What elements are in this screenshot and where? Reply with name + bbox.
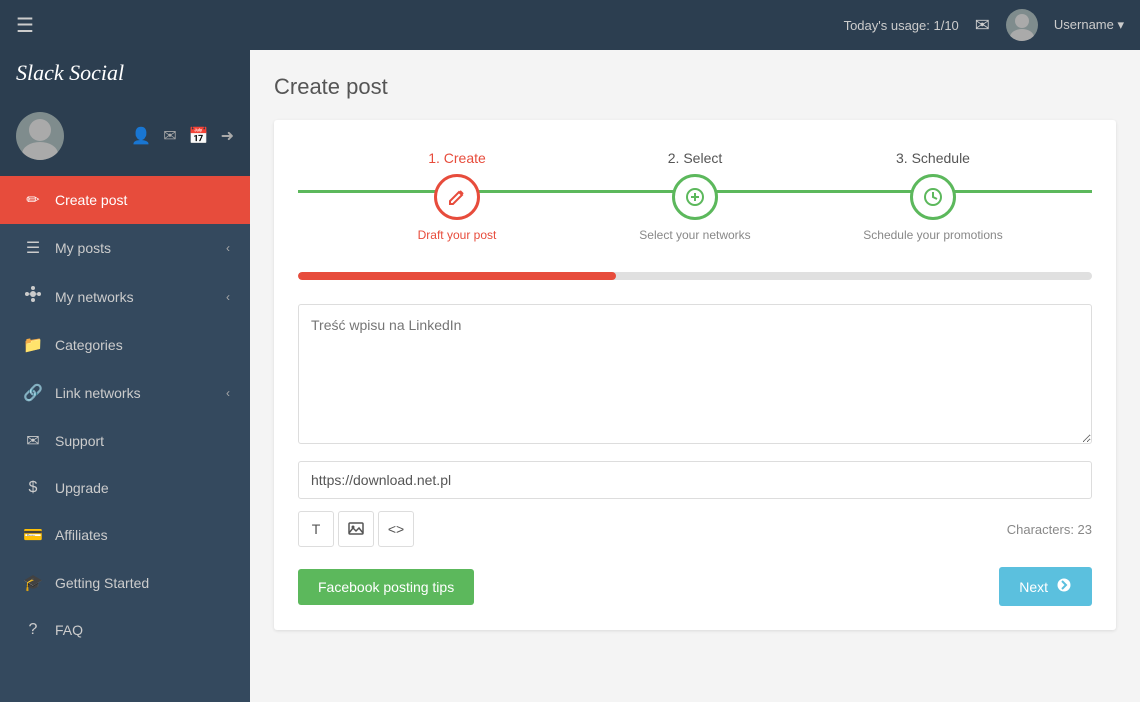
step-schedule-sublabel: Schedule your promotions	[863, 228, 1002, 242]
next-button[interactable]: Next	[999, 567, 1092, 606]
sidebar-item-label: Link networks	[55, 385, 141, 401]
progress-bar-fill	[298, 272, 616, 280]
page-title: Create post	[274, 74, 1116, 100]
url-input[interactable]	[298, 461, 1092, 499]
chevron-icon: ‹	[226, 386, 230, 400]
post-toolbar: T <> Char	[298, 511, 1092, 547]
sidebar-item-label: Getting Started	[55, 575, 149, 591]
profile-mail-icon[interactable]: ✉	[163, 126, 176, 146]
step-create: 1. Create Draft your post	[338, 150, 576, 242]
usage-text: Today's usage: 1/10	[844, 18, 959, 33]
logo-text: Slack Social	[16, 60, 124, 86]
sidebar-item-label: Support	[55, 433, 104, 449]
sidebar-item-label: Create post	[55, 192, 127, 208]
sidebar-nav: ✏ Create post ☰ My posts ‹ My networks ‹…	[0, 176, 250, 702]
text-format-icon: T	[312, 521, 321, 537]
main-content: Create post 1. Create Draft your post	[250, 50, 1140, 702]
photo-icon	[348, 520, 364, 539]
main-layout: Slack Social 👤 ✉ 📅 ➜ ✏ Create post ☰ My …	[0, 50, 1140, 702]
step-create-sublabel: Draft your post	[418, 228, 497, 242]
user-menu[interactable]: Username ▾	[1054, 17, 1124, 33]
my-networks-icon	[23, 286, 43, 307]
categories-icon: 📁	[23, 335, 43, 355]
step-schedule: 3. Schedule Schedule your promotions	[814, 150, 1052, 242]
step-select-circle	[672, 174, 718, 220]
profile-exit-icon[interactable]: ➜	[221, 126, 234, 146]
toolbar-buttons: T <>	[298, 511, 414, 547]
step-select: 2. Select Select your networks	[576, 150, 814, 242]
code-icon: <>	[388, 521, 404, 537]
avatar	[16, 112, 64, 160]
sidebar-item-label: My networks	[55, 289, 134, 305]
sidebar-item-affiliates[interactable]: 💳 Affiliates	[0, 511, 250, 559]
chevron-icon: ‹	[226, 290, 230, 304]
toolbar-photo-button[interactable]	[338, 511, 374, 547]
sidebar-item-categories[interactable]: 📁 Categories	[0, 321, 250, 369]
sidebar-item-faq[interactable]: ? FAQ	[0, 607, 250, 653]
mail-icon[interactable]: ✉	[975, 15, 990, 36]
sidebar-item-label: Upgrade	[55, 480, 109, 496]
stepper: 1. Create Draft your post 2. Select	[298, 150, 1092, 242]
sidebar-item-support[interactable]: ✉ Support	[0, 417, 250, 465]
facebook-tips-button[interactable]: Facebook posting tips	[298, 569, 474, 605]
sidebar-item-my-networks[interactable]: My networks ‹	[0, 272, 250, 321]
post-textarea[interactable]	[298, 304, 1092, 444]
step-schedule-circle	[910, 174, 956, 220]
support-icon: ✉	[23, 431, 43, 451]
create-post-card: 1. Create Draft your post 2. Select	[274, 120, 1116, 630]
chevron-icon: ‹	[226, 241, 230, 255]
sidebar-item-label: FAQ	[55, 622, 83, 638]
topbar-right: Today's usage: 1/10 ✉ Username ▾	[844, 9, 1124, 41]
topbar: ☰ Today's usage: 1/10 ✉ Username ▾	[0, 0, 1140, 50]
toolbar-text-button[interactable]: T	[298, 511, 334, 547]
logo-area: Slack Social	[0, 50, 250, 96]
step-schedule-label: 3. Schedule	[896, 150, 970, 166]
create-post-icon: ✏	[23, 190, 43, 210]
progress-bar	[298, 272, 1092, 280]
sidebar-item-my-posts[interactable]: ☰ My posts ‹	[0, 224, 250, 272]
char-count: Characters: 23	[1007, 522, 1092, 537]
upgrade-icon: $	[23, 479, 43, 497]
sidebar-profile: 👤 ✉ 📅 ➜	[0, 96, 250, 176]
affiliates-icon: 💳	[23, 525, 43, 545]
bottom-row: Facebook posting tips Next	[298, 567, 1092, 606]
link-networks-icon: 🔗	[23, 383, 43, 403]
next-arrow-icon	[1056, 577, 1072, 596]
my-posts-icon: ☰	[23, 238, 43, 258]
profile-icons: 👤 ✉ 📅 ➜	[131, 126, 234, 146]
topbar-left: ☰	[16, 13, 34, 38]
menu-icon[interactable]: ☰	[16, 13, 34, 38]
sidebar: Slack Social 👤 ✉ 📅 ➜ ✏ Create post ☰ My …	[0, 50, 250, 702]
toolbar-code-button[interactable]: <>	[378, 511, 414, 547]
step-select-label: 2. Select	[668, 150, 723, 166]
profile-user-icon[interactable]: 👤	[131, 126, 151, 146]
sidebar-item-upgrade[interactable]: $ Upgrade	[0, 465, 250, 511]
step-select-sublabel: Select your networks	[639, 228, 750, 242]
user-avatar-top	[1006, 9, 1038, 41]
sidebar-item-label: Affiliates	[55, 527, 108, 543]
getting-started-icon: 🎓	[23, 573, 43, 593]
sidebar-item-getting-started[interactable]: 🎓 Getting Started	[0, 559, 250, 607]
sidebar-item-label: Categories	[55, 337, 123, 353]
step-create-circle	[434, 174, 480, 220]
sidebar-item-create-post[interactable]: ✏ Create post	[0, 176, 250, 224]
step-create-label: 1. Create	[428, 150, 486, 166]
next-label: Next	[1019, 579, 1048, 595]
faq-icon: ?	[23, 621, 43, 639]
sidebar-item-link-networks[interactable]: 🔗 Link networks ‹	[0, 369, 250, 417]
profile-calendar-icon[interactable]: 📅	[189, 126, 209, 146]
sidebar-item-label: My posts	[55, 240, 111, 256]
